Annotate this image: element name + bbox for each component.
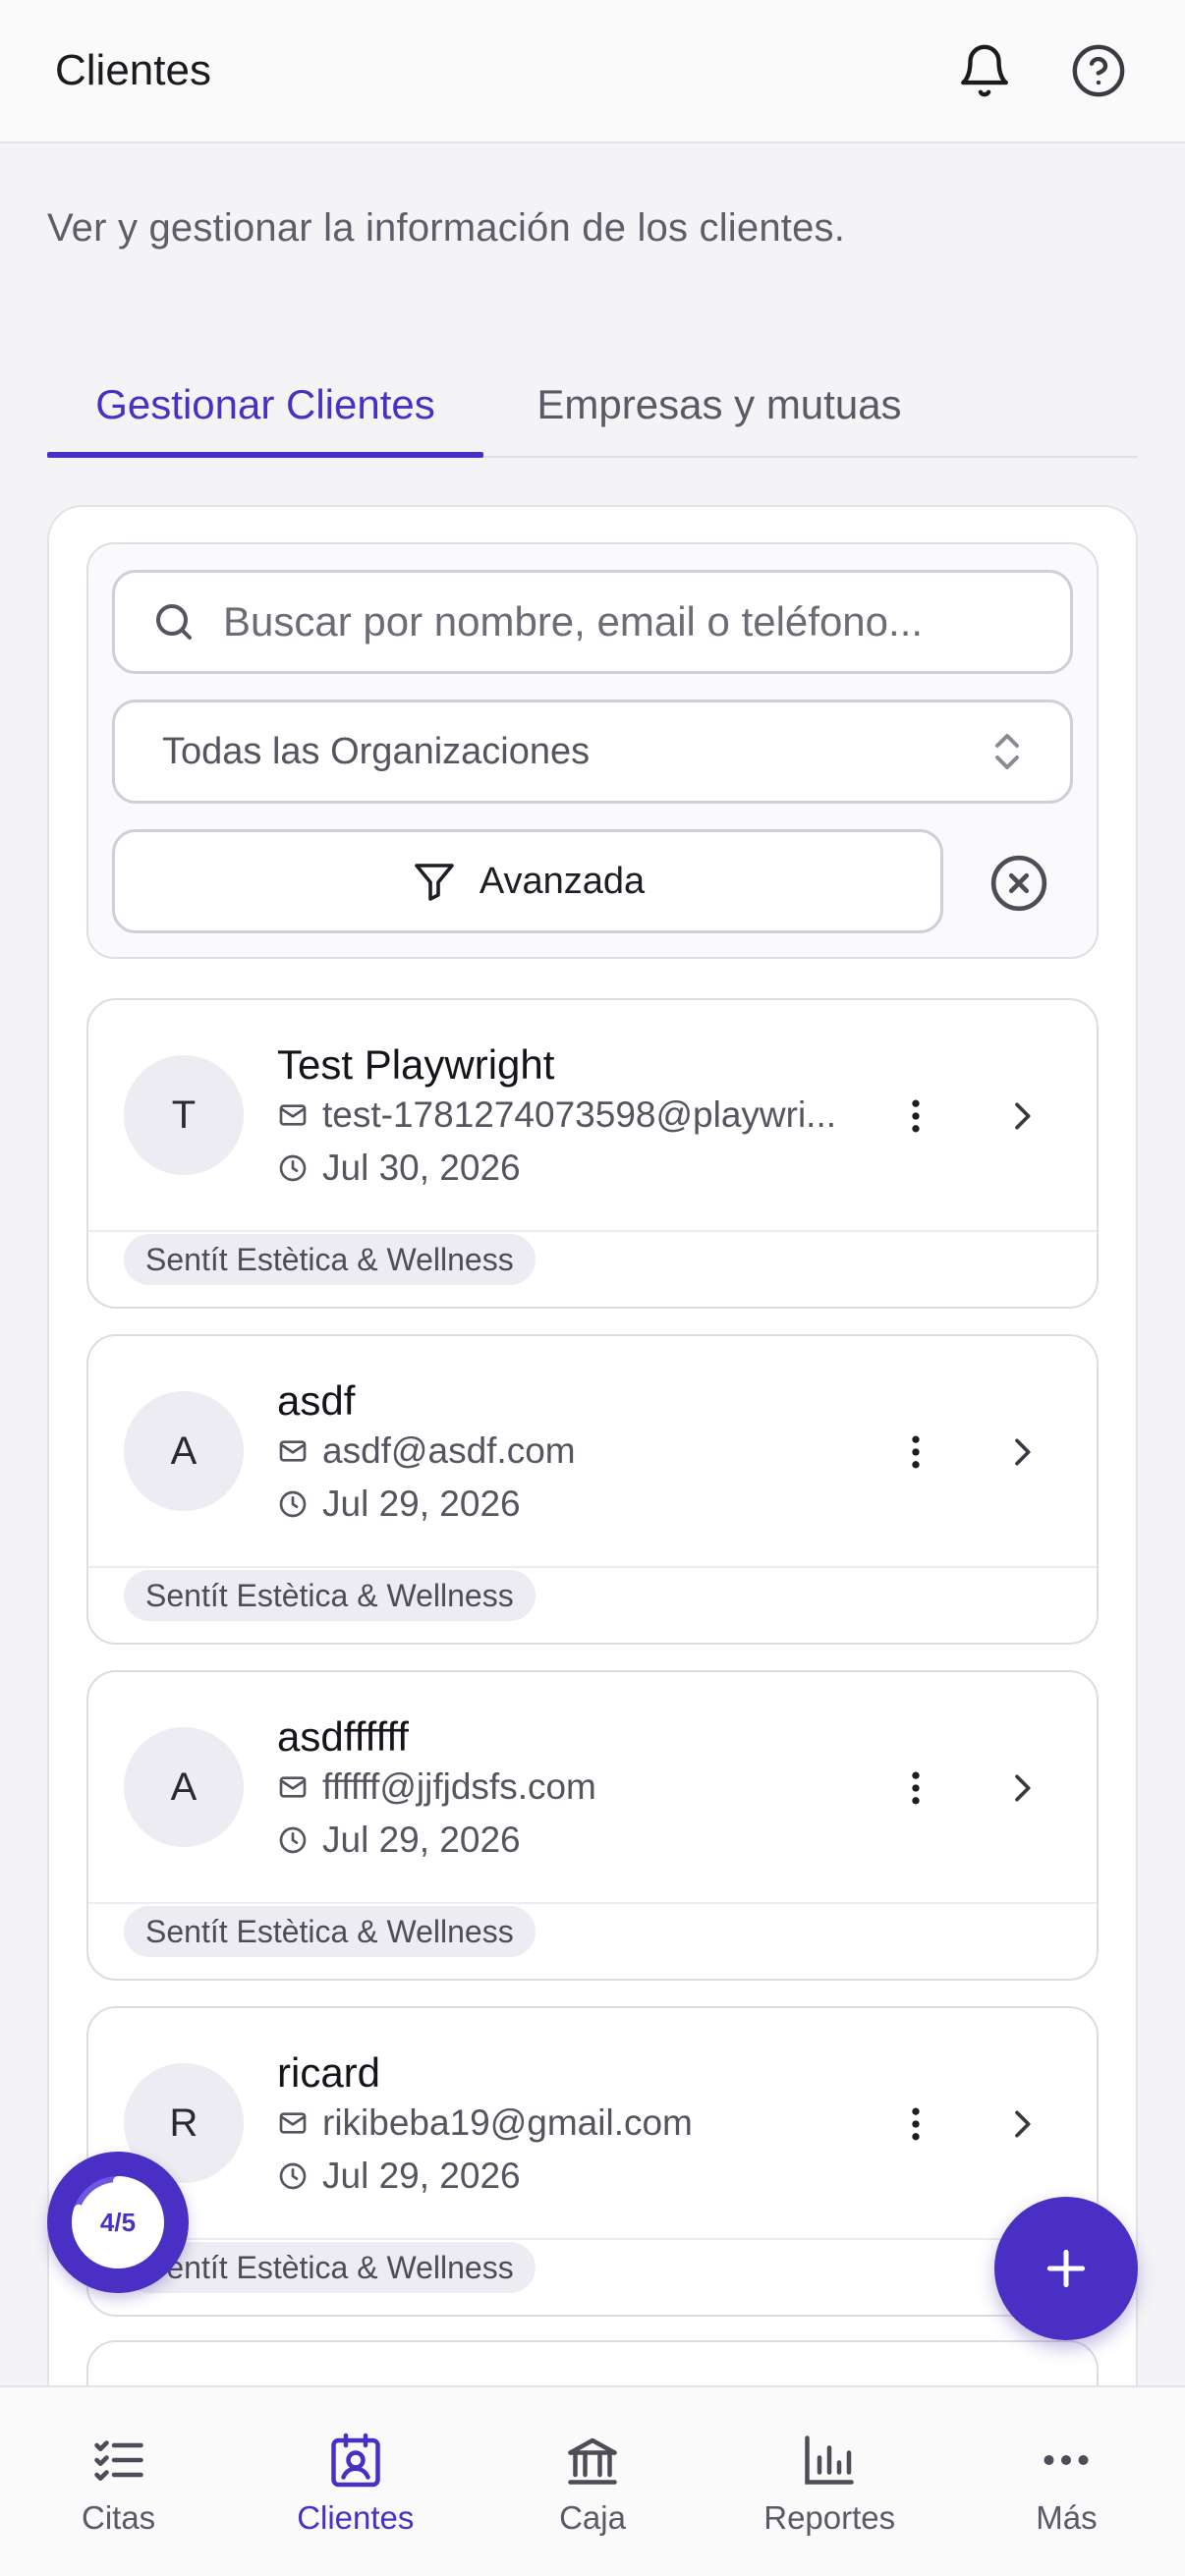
divider [88,2238,1097,2240]
page-description: Ver y gestionar la información de los cl… [47,206,846,250]
checklist-icon [93,2440,143,2481]
client-date-row: Jul 29, 2026 [277,1820,521,1861]
advanced-filter-label: Avanzada [479,860,646,902]
page-title: Clientes [55,46,211,94]
clock-icon [279,1490,307,1518]
help-circle-icon[interactable] [1067,39,1130,102]
divider [88,1902,1097,1904]
organization-select-value: Todas las Organizaciones [162,730,591,772]
client-date-row: Jul 29, 2026 [277,2156,521,2197]
avatar: A [124,1391,244,1511]
clear-filters-icon[interactable] [988,853,1049,914]
organization-tag: Sentít Estètica & Wellness [124,2242,536,2293]
nav-label-mas: Más [1036,2499,1098,2536]
more-vertical-icon[interactable] [886,1087,945,1146]
plus-icon [1046,2249,1086,2288]
client-name: ricard [277,2049,381,2096]
nav-label-caja: Caja [559,2499,626,2536]
organization-tag: Sentít Estètica & Wellness [124,1570,536,1621]
client-email: ffffff@jjfjdsfs.com [322,1766,596,1807]
tab-companies-insurers[interactable]: Empresas y mutuas [483,354,955,456]
add-client-button[interactable] [994,2197,1138,2340]
client-date: Jul 29, 2026 [322,1484,521,1524]
bar-chart-icon [805,2436,854,2485]
chevron-up-down-icon [995,734,1019,769]
client-email: asdf@asdf.com [322,1430,576,1471]
more-vertical-icon[interactable] [886,1423,945,1482]
search-icon [156,604,192,640]
nav-item-reportes[interactable]: Reportes [711,2387,948,2576]
bank-icon [568,2437,617,2485]
clock-icon [279,1154,307,1182]
mail-icon [279,2112,307,2134]
client-date: Jul 30, 2026 [322,1148,521,1188]
client-date-row: Jul 30, 2026 [277,1148,521,1189]
client-name: Test Playwright [277,1041,555,1088]
avatar: A [124,1727,244,1847]
client-name: asdf [277,1377,356,1424]
avatar: T [124,1055,244,1175]
nav-item-caja[interactable]: Caja [474,2387,710,2576]
nav-label-clientes: Clientes [297,2499,415,2536]
search-placeholder: Buscar por nombre, email o teléfono... [223,598,924,644]
nav-item-clientes[interactable]: Clientes [237,2387,474,2576]
search-input[interactable]: Buscar por nombre, email o teléfono... [112,570,1073,674]
client-card[interactable]: A asdffffff ffffff@jjfjdsfs.com Jul 29, … [86,1670,1099,1981]
client-email-row: test-1781274073598@playwri... [277,1094,867,1136]
progress-label: 4/5 [78,2182,158,2263]
clock-icon [279,1826,307,1854]
more-vertical-icon[interactable] [886,2095,945,2154]
client-name: asdffffff [277,1713,409,1760]
divider [88,1230,1097,1232]
mail-icon [279,1104,307,1126]
nav-item-mas[interactable]: Más [948,2387,1185,2576]
filter-icon [415,864,454,901]
organization-tag: Sentít Estètica & Wellness [124,1234,536,1285]
client-card[interactable]: A asdf asdf@asdf.com Jul 29, 2026 Sentít… [86,1334,1099,1645]
divider [88,1566,1097,1568]
client-email-row: ffffff@jjfjdsfs.com [277,1766,867,1808]
client-card[interactable]: R ricard rikibeba19@gmail.com Jul 29, 20… [86,2006,1099,2317]
organization-select[interactable]: Todas las Organizaciones [112,700,1073,804]
nav-label-reportes: Reportes [763,2499,896,2536]
client-email: rikibeba19@gmail.com [322,2102,693,2143]
mail-icon [279,1776,307,1798]
client-date-row: Jul 29, 2026 [277,1484,521,1525]
mail-icon [279,1440,307,1462]
clock-icon [279,2162,307,2190]
client-email-row: asdf@asdf.com [277,1430,867,1472]
chevron-right-icon[interactable] [992,1423,1051,1482]
client-date: Jul 29, 2026 [322,1820,521,1860]
contact-card-icon [331,2433,380,2488]
tab-manage-clients[interactable]: Gestionar Clientes [47,354,483,458]
client-card[interactable]: T Test Playwright test-1781274073598@pla… [86,998,1099,1309]
client-date: Jul 29, 2026 [322,2156,521,2196]
nav-label-citas: Citas [82,2499,156,2536]
chevron-right-icon[interactable] [992,1759,1051,1818]
bell-icon[interactable] [953,39,1016,102]
client-email: test-1781274073598@playwri... [322,1094,837,1135]
tab-bar: Gestionar Clientes Empresas y mutuas [47,354,1138,458]
more-vertical-icon[interactable] [886,1759,945,1818]
top-bar: Clientes [0,0,1185,143]
advanced-filter-button[interactable]: Avanzada [112,829,943,933]
chevron-right-icon[interactable] [992,1087,1051,1146]
client-email-row: rikibeba19@gmail.com [277,2102,867,2144]
nav-item-citas[interactable]: Citas [0,2387,237,2576]
more-horizontal-icon [1044,2455,1089,2465]
organization-tag: Sentít Estètica & Wellness [124,1906,536,1957]
chevron-right-icon[interactable] [992,2095,1051,2154]
onboarding-progress-button[interactable]: 4/5 [47,2152,189,2293]
bottom-navigation: Citas Clientes Caja Reportes Más [0,2385,1185,2576]
